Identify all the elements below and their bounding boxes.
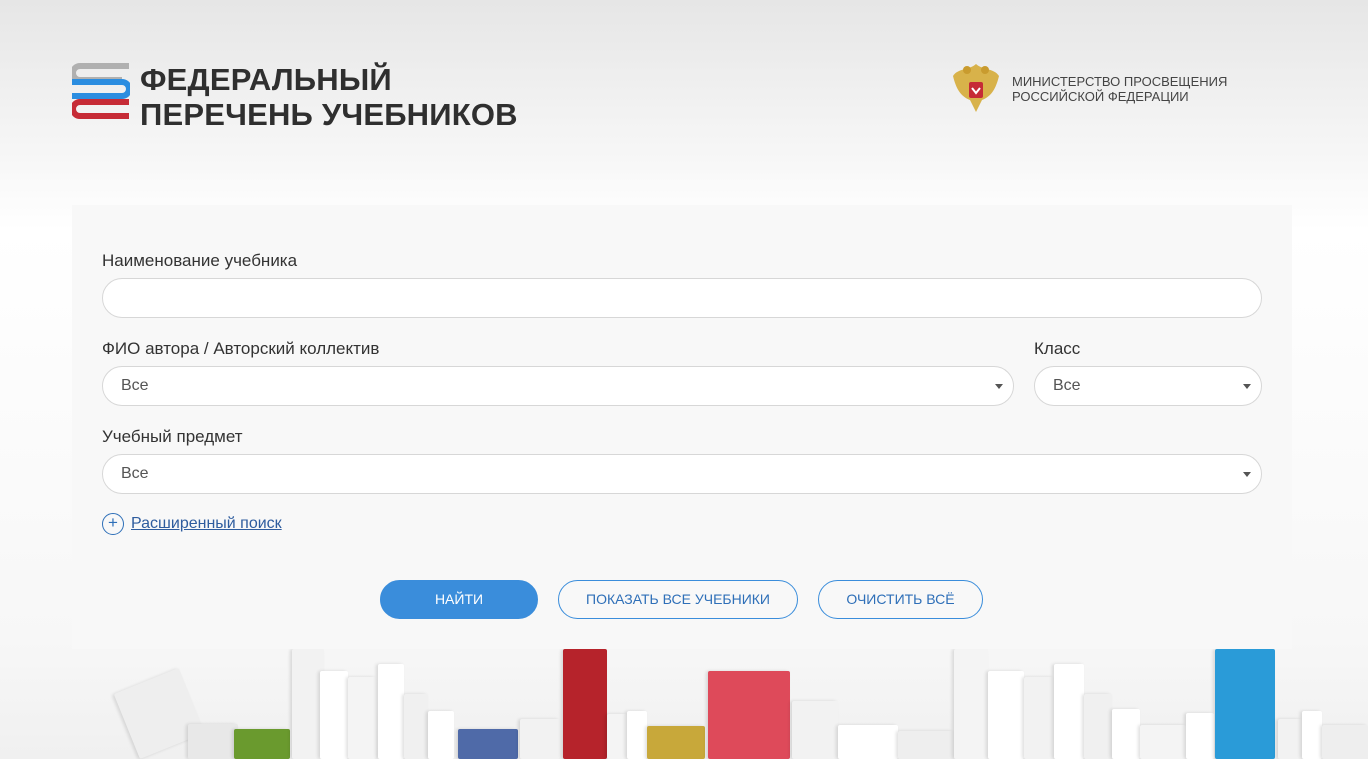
plus-circle-icon: +	[102, 513, 124, 535]
author-select[interactable]: Все	[102, 366, 1014, 406]
book-decoration	[1302, 711, 1322, 759]
clear-all-button[interactable]: ОЧИСТИТЬ ВСЁ	[818, 580, 983, 619]
ministry-name: МИНИСТЕРСТВО ПРОСВЕЩЕНИЯ РОССИЙСКОЙ ФЕДЕ…	[1012, 74, 1227, 104]
book-decoration	[1024, 677, 1054, 759]
logo-title-line1: ФЕДЕРАЛЬНЫЙ	[140, 62, 392, 97]
book-decoration	[792, 701, 838, 759]
grade-select-value: Все	[1053, 377, 1081, 394]
grade-select[interactable]: Все	[1034, 366, 1262, 406]
book-decoration	[1322, 725, 1368, 759]
author-label: ФИО автора / Авторский коллектив	[102, 339, 380, 358]
advanced-search-toggle[interactable]: + Расширенный поиск	[102, 513, 282, 535]
find-button[interactable]: НАЙТИ	[380, 580, 538, 619]
chevron-down-icon	[1243, 384, 1251, 389]
book-decoration	[988, 671, 1024, 759]
book-decoration	[708, 671, 790, 759]
subject-label: Учебный предмет	[102, 427, 243, 446]
book-decoration	[838, 725, 898, 759]
book-decoration	[404, 694, 428, 759]
book-decoration	[1186, 713, 1214, 759]
book-decoration	[188, 724, 238, 759]
logo-title: ФЕДЕРАЛЬНЫЙ ПЕРЕЧЕНЬ УЧЕБНИКОВ	[140, 62, 518, 132]
show-all-button[interactable]: ПОКАЗАТЬ ВСЕ УЧЕБНИКИ	[558, 580, 798, 619]
book-decoration	[954, 649, 988, 759]
search-form: Наименование учебника ФИО автора / Автор…	[72, 205, 1292, 649]
subject-select-value: Все	[121, 465, 149, 482]
chevron-down-icon	[1243, 472, 1251, 477]
advanced-search-link[interactable]: Расширенный поиск	[131, 515, 282, 533]
grade-label: Класс	[1034, 339, 1081, 358]
book-decoration	[348, 677, 376, 759]
book-decoration	[563, 649, 607, 759]
book-decoration	[320, 671, 348, 759]
book-decoration	[898, 731, 954, 759]
logo-mark-icon	[70, 62, 132, 126]
ministry-link[interactable]: МИНИСТЕРСТВО ПРОСВЕЩЕНИЯ РОССИЙСКОЙ ФЕДЕ…	[950, 60, 1227, 118]
book-decoration	[520, 719, 560, 759]
ministry-name-line1: МИНИСТЕРСТВО ПРОСВЕЩЕНИЯ	[1012, 74, 1228, 89]
subject-select[interactable]: Все	[102, 454, 1262, 494]
book-decoration	[607, 714, 627, 759]
book-decoration	[1215, 649, 1275, 759]
logo-title-line2: ПЕРЕЧЕНЬ УЧЕБНИКОВ	[140, 97, 518, 132]
book-decoration	[1140, 725, 1186, 759]
book-decoration	[1112, 709, 1140, 759]
author-select-value: Все	[121, 377, 149, 394]
books-decoration	[0, 649, 1368, 759]
book-decoration	[1054, 664, 1084, 759]
title-input[interactable]	[102, 278, 1262, 318]
book-decoration	[1084, 694, 1112, 759]
book-decoration	[378, 664, 404, 759]
ministry-name-line2: РОССИЙСКОЙ ФЕДЕРАЦИИ	[1012, 89, 1189, 104]
book-decoration	[458, 729, 518, 759]
book-decoration	[1278, 719, 1302, 759]
book-decoration	[428, 711, 454, 759]
site-logo[interactable]: ФЕДЕРАЛЬНЫЙ ПЕРЕЧЕНЬ УЧЕБНИКОВ	[70, 62, 518, 132]
book-decoration	[647, 726, 705, 759]
book-decoration	[234, 729, 290, 759]
title-label: Наименование учебника	[102, 251, 298, 270]
chevron-down-icon	[995, 384, 1003, 389]
book-decoration	[627, 711, 647, 759]
coat-of-arms-icon	[950, 60, 1002, 118]
